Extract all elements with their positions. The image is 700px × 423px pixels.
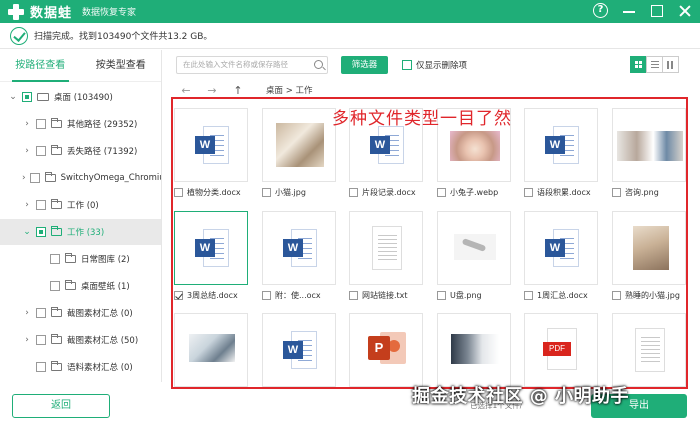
folder-icon <box>51 334 62 344</box>
tree-item-label: 其他路径 (29352) <box>67 120 138 130</box>
sidebar: 按路径查看 按类型查看 ⌄ 桌面 (103490) › 其他路径 (29352) › 丢失… <box>0 50 162 382</box>
tab-by-type[interactable]: 按类型查看 <box>81 50 162 82</box>
tree-item[interactable]: ⌄ 桌面 (103490) <box>0 84 161 110</box>
tree-item-checkbox[interactable] <box>36 227 46 237</box>
sidebar-tabs: 按路径查看 按类型查看 <box>0 50 161 82</box>
search-input[interactable]: 在此处输入文件名称或保存路径 <box>176 56 328 74</box>
folder-icon <box>51 361 62 371</box>
tree-item-checkbox[interactable] <box>50 281 60 291</box>
tree-item-checkbox[interactable] <box>36 146 46 156</box>
chevron-right-icon[interactable]: › <box>22 200 32 210</box>
grid-view-icon[interactable] <box>630 56 647 73</box>
search-icon[interactable] <box>314 60 323 69</box>
tree-item[interactable]: › 其他路径 (29352) <box>0 111 161 137</box>
back-button[interactable]: 返回 <box>12 394 110 418</box>
chevron-right-icon[interactable]: › <box>22 119 32 129</box>
list-view-icon[interactable] <box>646 56 663 73</box>
tab-by-path[interactable]: 按路径查看 <box>0 50 81 82</box>
toolbar: 在此处输入文件名称或保存路径 筛选器 仅显示删除项 <box>170 53 700 77</box>
tree-item-label: 桌面壁纸 (1) <box>81 282 130 292</box>
tree-item[interactable]: › 截图素材汇总 (0) <box>0 300 161 326</box>
window-controls: ? <box>593 3 692 18</box>
chevron-right-icon[interactable]: › <box>22 173 26 183</box>
folder-icon <box>65 280 76 290</box>
folder-icon <box>44 172 56 182</box>
tree-item-label: SwitchyOmega_Chromium <box>60 173 161 183</box>
chevron-right-icon[interactable]: › <box>22 146 32 156</box>
tree-item[interactable]: › 工作 (0) <box>0 192 161 218</box>
chevron-right-icon[interactable]: › <box>22 308 32 318</box>
tree-item[interactable]: 语料素材汇总 (0) <box>0 354 161 380</box>
highlight-frame <box>171 97 688 389</box>
scan-status-text: 扫描完成。找到103490个文件共13.2 GB。 <box>34 32 213 42</box>
forward-arrow-icon[interactable]: → <box>202 84 222 97</box>
tree-item[interactable]: › 截图素材汇总 (50) <box>0 327 161 353</box>
folder-icon <box>51 118 62 128</box>
search-placeholder: 在此处输入文件名称或保存路径 <box>183 60 288 69</box>
watermark: 掘金技术社区 @ 小明助手 <box>412 386 630 407</box>
tree-item-label: 桌面 (103490) <box>54 93 113 103</box>
overlay-caption: 多种文件类型一目了然 <box>332 109 512 129</box>
only-deleted-toggle[interactable]: 仅显示删除项 <box>402 59 467 71</box>
chevron-down-icon[interactable]: ⌄ <box>8 92 18 102</box>
breadcrumb: 桌面 > 工作 <box>266 86 313 96</box>
tree-item-label: 工作 (33) <box>67 228 105 238</box>
minimize-icon[interactable] <box>622 4 636 18</box>
folder-icon <box>51 226 62 236</box>
tree-item-checkbox[interactable] <box>36 119 46 129</box>
tree-item-label: 语料素材汇总 (0) <box>67 363 133 373</box>
tree-item[interactable]: › SwitchyOmega_Chromium <box>0 165 161 191</box>
help-icon[interactable]: ? <box>593 3 608 18</box>
folder-icon <box>51 145 62 155</box>
maximize-icon[interactable] <box>650 4 664 18</box>
app-subtitle: 数据恢复专家 <box>82 8 137 18</box>
tree-item[interactable]: 日常图库 (2) <box>0 246 161 272</box>
folder-icon <box>65 253 76 263</box>
tree-item[interactable]: › 丢失路径 (71392) <box>0 138 161 164</box>
tree-item-checkbox[interactable] <box>36 362 46 372</box>
tree-item[interactable]: 桌面壁纸 (1) <box>0 273 161 299</box>
tree-item-label: 工作 (0) <box>67 201 99 211</box>
tree-item-checkbox[interactable] <box>36 335 46 345</box>
app-name: 数据蛙 <box>30 6 73 21</box>
check-circle-icon <box>10 26 28 45</box>
up-arrow-icon[interactable]: ↑ <box>228 84 248 97</box>
app-logo-icon <box>6 2 26 22</box>
back-arrow-icon[interactable]: ← <box>176 84 196 97</box>
close-icon[interactable] <box>678 4 692 18</box>
only-deleted-checkbox[interactable] <box>402 60 412 70</box>
detail-view-icon[interactable] <box>662 56 679 73</box>
tree-item-checkbox[interactable] <box>29 173 40 183</box>
tree-item[interactable]: ⌄ 工作 (33) <box>0 219 161 245</box>
tree-item-checkbox[interactable] <box>22 92 32 102</box>
tree-item-label: 日常图库 (2) <box>81 255 130 265</box>
chevron-right-icon[interactable]: › <box>22 335 32 345</box>
filter-button[interactable]: 筛选器 <box>341 56 388 74</box>
tree-item-label: 丢失路径 (71392) <box>67 147 138 157</box>
folder-icon <box>51 199 62 209</box>
tree-item-checkbox[interactable] <box>50 254 60 264</box>
folder-icon <box>51 307 62 317</box>
tree-item-label: 截图素材汇总 (50) <box>67 336 139 346</box>
tree-item-label: 截图素材汇总 (0) <box>67 309 133 319</box>
title-bar: 数据蛙 数据恢复专家 ? <box>0 0 700 23</box>
tree-item-checkbox[interactable] <box>36 308 46 318</box>
drive-icon <box>37 93 49 101</box>
only-deleted-label: 仅显示删除项 <box>416 61 468 71</box>
chevron-down-icon[interactable]: ⌄ <box>22 227 32 237</box>
scan-status-bar: 扫描完成。找到103490个文件共13.2 GB。 <box>0 23 700 49</box>
view-mode-toggle <box>630 56 679 73</box>
tree-item-checkbox[interactable] <box>36 200 46 210</box>
